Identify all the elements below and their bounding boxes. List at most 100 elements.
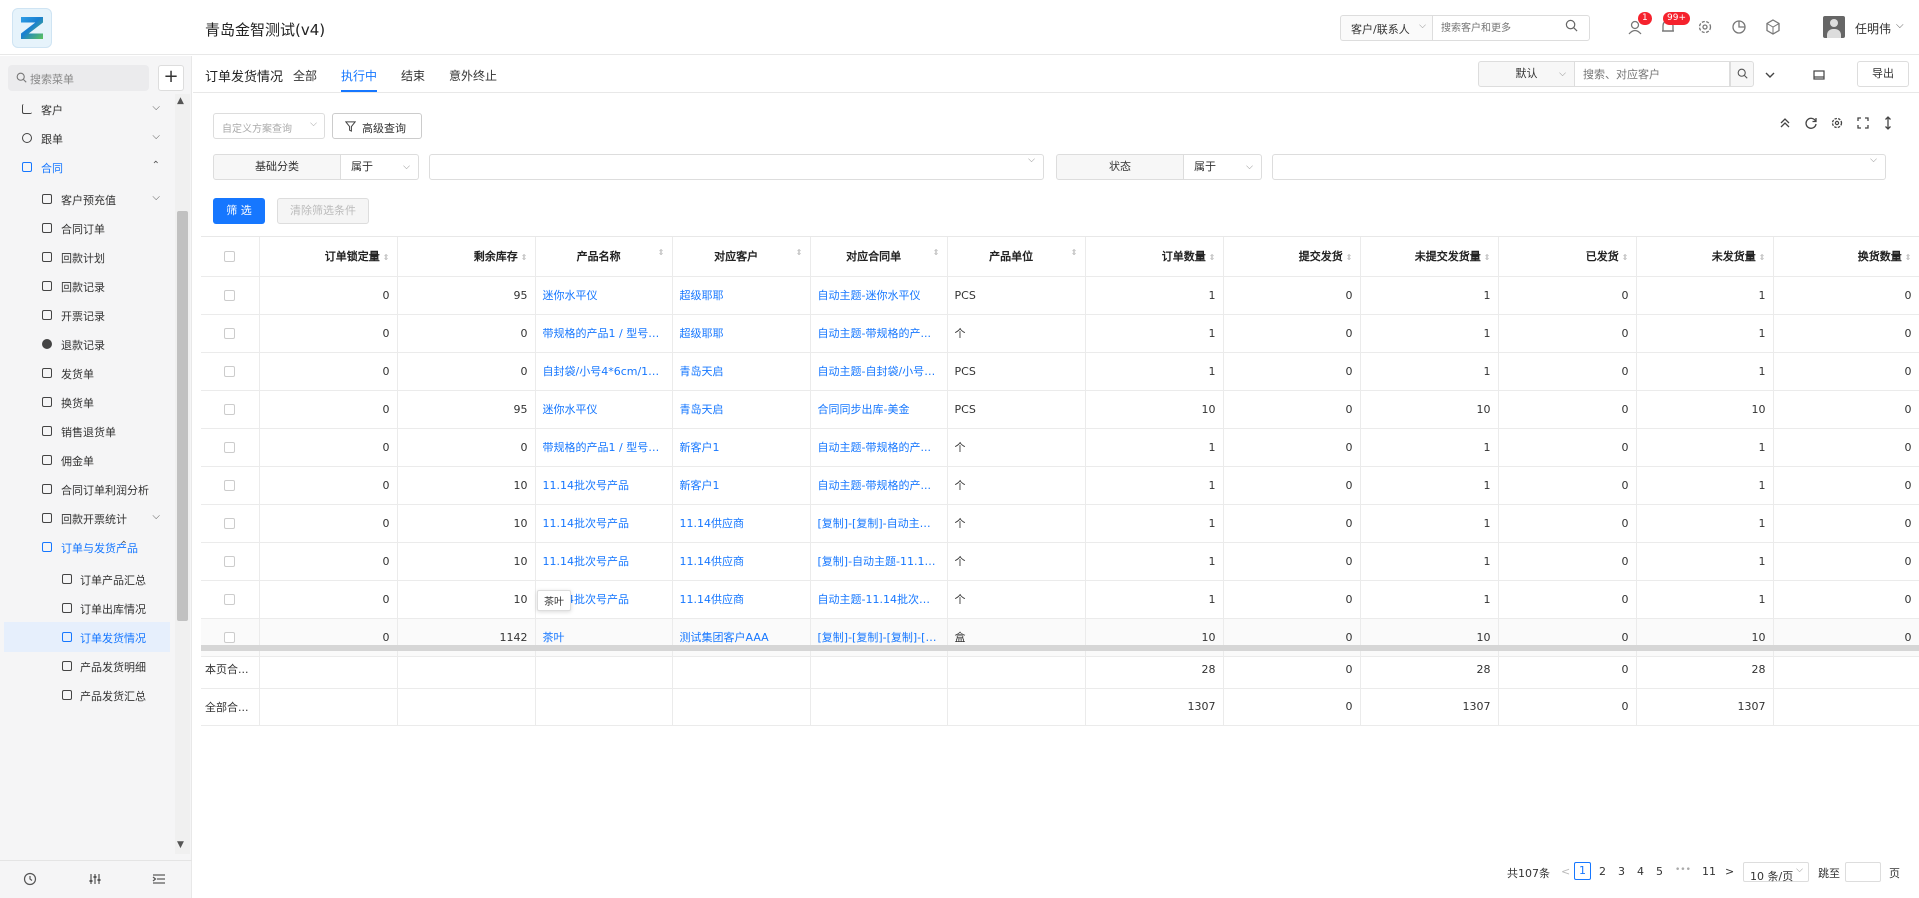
gear-icon[interactable] bbox=[1696, 18, 1714, 36]
table-row[interactable]: 0 0 带规格的产品1 / 型号1... 超级耶耶 自动主题-带规格的产... 个 1 0 1 0… bbox=[201, 314, 1919, 353]
sidebar-item-order-delivery-products[interactable]: 订单与发货产品 ⌃ bbox=[0, 532, 174, 562]
add-button[interactable]: + bbox=[158, 65, 184, 91]
sort-icon[interactable]: ⇕ bbox=[1209, 253, 1216, 262]
sort-icon[interactable]: ⇕ bbox=[796, 248, 803, 257]
quick-search-button[interactable] bbox=[1730, 61, 1754, 87]
sidebar-item-exchange[interactable]: 换货单 bbox=[0, 387, 174, 417]
sidebar-item-refund-record[interactable]: 退款记录 bbox=[0, 329, 174, 359]
row-checkbox[interactable] bbox=[201, 428, 260, 467]
table-cell-link[interactable]: 迷你水平仪 bbox=[535, 276, 673, 315]
next-page-icon[interactable]: > bbox=[1725, 865, 1734, 878]
page-11[interactable]: 11 bbox=[1702, 865, 1716, 878]
tab-terminated[interactable]: 意外终止 bbox=[449, 67, 497, 84]
sidebar-item-followup[interactable]: 跟单 ⌵ bbox=[0, 123, 174, 153]
sidebar-item-order-outbound[interactable]: 订单出库情况 bbox=[0, 593, 174, 623]
row-height-icon[interactable] bbox=[1881, 116, 1895, 130]
print-icon[interactable] bbox=[1812, 68, 1826, 82]
sidebar-item-customer[interactable]: 客户 ⌵ bbox=[0, 94, 174, 124]
sidebar-item-order-product-summary[interactable]: 订单产品汇总 bbox=[0, 564, 174, 594]
column-header[interactable]: 对应客户 ⇕ bbox=[672, 237, 811, 277]
avatar[interactable] bbox=[1823, 16, 1845, 38]
scroll-down-icon[interactable]: ▼ bbox=[177, 840, 184, 850]
fullscreen-icon[interactable] bbox=[1856, 116, 1870, 130]
table-cell-link[interactable]: 11.14供应商 bbox=[672, 504, 811, 543]
column-header[interactable]: 订单锁定量 ⇕ bbox=[259, 237, 398, 277]
prev-page-icon[interactable]: < bbox=[1561, 865, 1570, 878]
table-cell-link[interactable]: 自动主题-自封袋/小号4... bbox=[810, 352, 948, 391]
user-name[interactable]: 任明伟 bbox=[1855, 20, 1891, 37]
column-header[interactable]: 换货数量 ⇕ bbox=[1773, 237, 1919, 277]
sort-icon[interactable]: ⇕ bbox=[1484, 253, 1491, 262]
filter-field-category[interactable]: 基础分类 bbox=[213, 154, 341, 180]
checkbox[interactable] bbox=[224, 594, 236, 605]
tab-all[interactable]: 全部 bbox=[293, 67, 317, 84]
table-cell-link[interactable]: 11.14供应商 bbox=[672, 580, 811, 619]
sidebar-item-delivery[interactable]: 发货单 bbox=[0, 358, 174, 388]
column-header[interactable]: 产品名称 ⇕ bbox=[535, 237, 673, 277]
select-all-checkbox[interactable] bbox=[201, 237, 260, 277]
checkbox[interactable] bbox=[224, 251, 236, 263]
row-checkbox[interactable] bbox=[201, 390, 260, 429]
scroll-up-icon[interactable]: ▲ bbox=[177, 96, 184, 106]
sort-icon[interactable]: ⇕ bbox=[1759, 253, 1766, 262]
checkbox[interactable] bbox=[224, 442, 236, 453]
export-button[interactable]: 导出 bbox=[1857, 61, 1909, 87]
row-checkbox[interactable] bbox=[201, 504, 260, 543]
apply-filter-button[interactable]: 筛 选 bbox=[213, 198, 265, 224]
table-cell-link[interactable]: 11.14批次号产品 bbox=[535, 466, 673, 505]
table-cell-link[interactable]: [复制]-自动主题-11.14... bbox=[810, 542, 948, 581]
table-cell-link[interactable]: 自动主题-带规格的产... bbox=[810, 314, 948, 353]
search-icon[interactable] bbox=[1565, 19, 1578, 32]
sidebar-item-prepaid[interactable]: 客户预充值 ⌵ bbox=[0, 184, 174, 214]
history-icon[interactable] bbox=[23, 872, 39, 888]
sort-icon[interactable]: ⇕ bbox=[383, 253, 390, 262]
collapse-menu-icon[interactable] bbox=[152, 872, 168, 888]
table-cell-link[interactable]: 带规格的产品1 / 型号1... bbox=[535, 314, 673, 353]
table-cell-link[interactable]: 11.14批次号产品 bbox=[535, 542, 673, 581]
sidebar-item-contract[interactable]: 合同 ⌃ bbox=[0, 152, 174, 182]
table-cell-link[interactable]: 青岛天启 bbox=[672, 352, 811, 391]
page-1[interactable]: 1 bbox=[1574, 862, 1591, 880]
column-header[interactable]: 订单数量 ⇕ bbox=[1085, 237, 1224, 277]
filter-operator-status[interactable]: 属于 ⌵ bbox=[1184, 154, 1262, 180]
sidebar-item-payment-invoice-stats[interactable]: 回款开票统计 ⌵ bbox=[0, 503, 174, 533]
column-header[interactable]: 提交发货 ⇕ bbox=[1223, 237, 1361, 277]
row-checkbox[interactable] bbox=[201, 542, 260, 581]
pie-chart-icon[interactable] bbox=[1730, 18, 1748, 36]
page-5[interactable]: 5 bbox=[1656, 865, 1663, 878]
checkbox[interactable] bbox=[224, 290, 236, 301]
more-pages[interactable]: ••• bbox=[1675, 865, 1691, 875]
settings-sliders-icon[interactable] bbox=[88, 872, 104, 888]
sort-icon[interactable]: ⇕ bbox=[1905, 253, 1912, 262]
chevron-down-icon[interactable]: ⌵ bbox=[1896, 20, 1904, 31]
checkbox[interactable] bbox=[224, 518, 236, 529]
sort-icon[interactable]: ⇕ bbox=[1071, 248, 1078, 257]
advanced-query-button[interactable]: 高级查询 bbox=[332, 113, 422, 139]
table-row[interactable]: 0 95 迷你水平仪 青岛天启 合同同步出库-美金 PCS 10 0 10 0 10 0 bbox=[201, 390, 1919, 429]
table-cell-link[interactable]: 青岛天启 bbox=[672, 390, 811, 429]
tab-finished[interactable]: 结束 bbox=[401, 67, 425, 84]
table-cell-link[interactable]: 11.14供应商 bbox=[672, 542, 811, 581]
sort-icon[interactable]: ⇕ bbox=[1346, 253, 1353, 262]
checkbox[interactable] bbox=[224, 556, 236, 567]
table-cell-link[interactable]: 带规格的产品1 / 型号1... bbox=[535, 428, 673, 467]
sort-icon[interactable]: ⇕ bbox=[658, 248, 665, 257]
table-row[interactable]: 0 0 带规格的产品1 / 型号1... 新客户1 自动主题-带规格的产... 个 1 0 1 0… bbox=[201, 428, 1919, 467]
filter-field-status[interactable]: 状态 bbox=[1056, 154, 1184, 180]
table-cell-link[interactable]: 自动主题-带规格的产... bbox=[810, 428, 948, 467]
page-4[interactable]: 4 bbox=[1637, 865, 1644, 878]
view-select[interactable]: 默认 ⌵ bbox=[1478, 61, 1575, 87]
filter-operator-category[interactable]: 属于 ⌵ bbox=[341, 154, 419, 180]
sidebar-item-order-delivery-status[interactable]: 订单发货情况 bbox=[4, 622, 170, 652]
table-cell-link[interactable]: [复制]-[复制]-自动主题-... bbox=[810, 504, 948, 543]
table-row[interactable]: 0 10 11.14批次号产品 11.14供应商 [复制]-[复制]-自动主题-... 个… bbox=[201, 504, 1919, 543]
sidebar-item-commission[interactable]: 佣金单 bbox=[0, 445, 174, 475]
table-row[interactable]: 0 10 11.14批次号产品 新客户1 自动主题-带规格的产... 个 1 0 1 0 1 0 bbox=[201, 466, 1919, 505]
table-cell-link[interactable]: 11.14批次号产品 bbox=[535, 504, 673, 543]
checkbox[interactable] bbox=[224, 328, 236, 339]
table-cell-link[interactable]: 新客户1 bbox=[672, 428, 811, 467]
sort-icon[interactable]: ⇕ bbox=[933, 248, 940, 257]
filter-value-status[interactable]: ⌵ bbox=[1272, 154, 1886, 180]
row-checkbox[interactable] bbox=[201, 580, 260, 619]
filter-value-category[interactable]: ⌵ bbox=[429, 154, 1044, 180]
